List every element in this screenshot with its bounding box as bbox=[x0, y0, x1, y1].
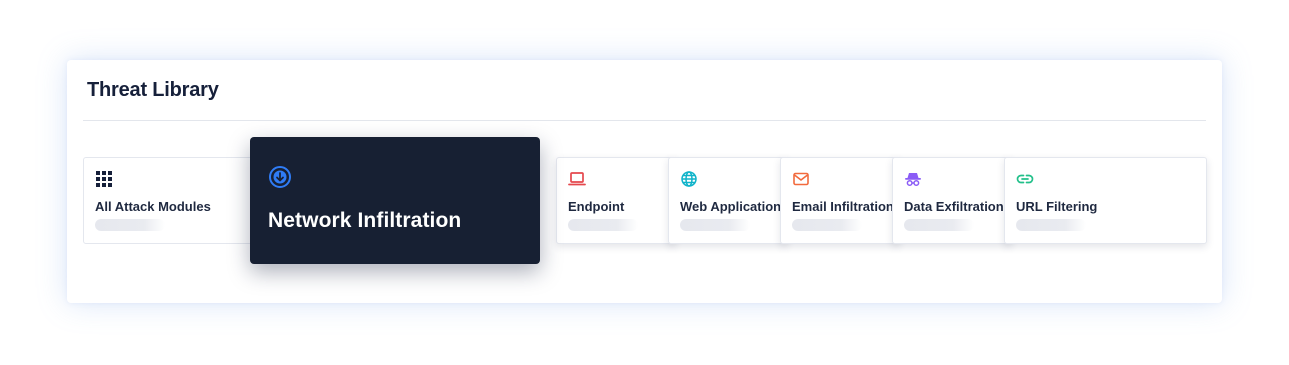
module-card-endpoint[interactable]: Endpoint bbox=[556, 157, 676, 244]
module-label: URL Filtering bbox=[1016, 199, 1098, 214]
loading-placeholder-bar bbox=[95, 219, 165, 231]
module-card-data-exfiltration[interactable]: Data Exfiltration bbox=[892, 157, 1012, 244]
module-label: Web Application bbox=[680, 199, 782, 214]
module-label: All Attack Modules bbox=[95, 199, 211, 214]
envelope-icon bbox=[793, 172, 809, 186]
loading-placeholder-bar bbox=[904, 219, 974, 231]
loading-placeholder-bar bbox=[568, 219, 638, 231]
loading-placeholder-bar bbox=[792, 219, 862, 231]
laptop-icon bbox=[568, 172, 586, 186]
globe-icon bbox=[681, 171, 697, 187]
module-label: Endpoint bbox=[568, 199, 625, 214]
threat-library-panel: Threat Library All Attack Modules Endpoi… bbox=[67, 60, 1222, 303]
divider bbox=[83, 120, 1206, 121]
module-card-web-application[interactable]: Web Application bbox=[668, 157, 788, 244]
page-title: Threat Library bbox=[87, 79, 219, 101]
spy-icon bbox=[905, 173, 921, 187]
module-card-email-infiltration[interactable]: Email Infiltration bbox=[780, 157, 900, 244]
loading-placeholder-bar bbox=[1016, 219, 1086, 231]
module-card-network-infiltration[interactable]: Network Infiltration bbox=[250, 137, 540, 264]
featured-module-label: Network Infiltration bbox=[268, 209, 462, 232]
module-card-url-filtering[interactable]: URL Filtering bbox=[1004, 157, 1207, 244]
link-icon bbox=[1016, 174, 1034, 184]
grid-icon bbox=[96, 171, 112, 187]
module-label: Email Infiltration bbox=[792, 199, 894, 214]
loading-placeholder-bar bbox=[680, 219, 750, 231]
download-circle-icon bbox=[269, 166, 291, 188]
module-label: Data Exfiltration bbox=[904, 199, 1004, 214]
